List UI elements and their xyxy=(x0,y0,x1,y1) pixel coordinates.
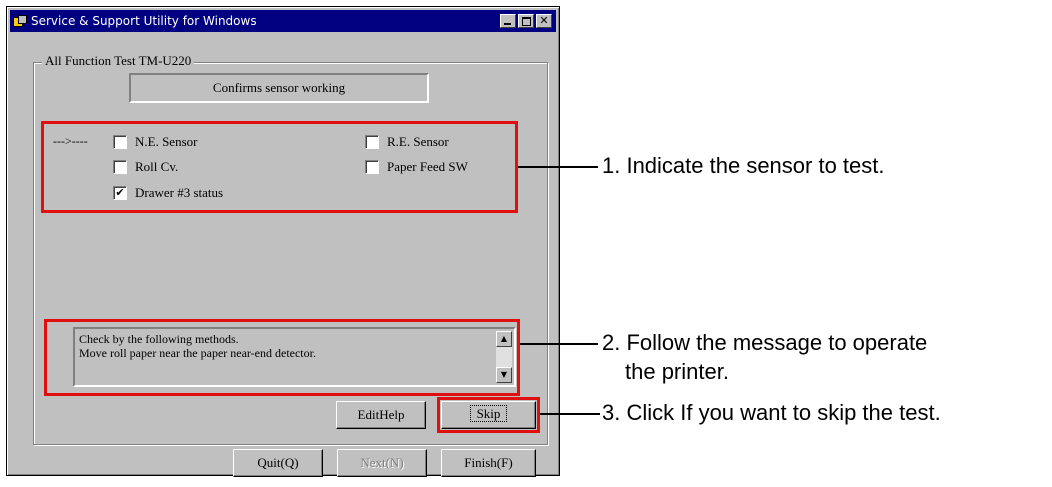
maximize-button[interactable] xyxy=(518,14,534,28)
minimize-button[interactable] xyxy=(500,14,516,28)
window-title: Service & Support Utility for Windows xyxy=(31,14,257,28)
message-highlight-box xyxy=(44,319,520,396)
callout-line-3 xyxy=(540,413,600,415)
skip-highlight-box xyxy=(437,397,540,433)
callout-line-1 xyxy=(518,166,598,168)
edit-help-label: EditHelp xyxy=(357,407,405,422)
annotation-2-line-2: the printer. xyxy=(625,359,729,384)
finish-button[interactable]: Finish(F) xyxy=(441,449,536,477)
quit-label: Quit(Q) xyxy=(257,455,299,470)
close-button[interactable]: ✕ xyxy=(536,14,552,28)
finish-label: Finish(F) xyxy=(464,455,513,470)
annotation-3: 3. Click If you want to skip the test. xyxy=(602,400,941,425)
callout-line-2 xyxy=(520,343,598,345)
annotation-1: 1. Indicate the sensor to test. xyxy=(602,153,885,178)
next-label: Next(N) xyxy=(360,455,404,470)
status-field: Confirms sensor working xyxy=(129,73,429,103)
title-bar[interactable]: Service & Support Utility for Windows ✕ xyxy=(10,10,556,32)
edit-help-button[interactable]: EditHelp xyxy=(336,401,426,429)
sensor-highlight-box xyxy=(41,121,518,213)
group-label: All Function Test TM-U220 xyxy=(42,53,195,69)
app-icon xyxy=(13,14,27,28)
next-button[interactable]: Next(N) xyxy=(337,449,427,477)
annotation-2-line-1: 2. Follow the message to operate xyxy=(602,330,928,355)
quit-button[interactable]: Quit(Q) xyxy=(233,449,323,477)
